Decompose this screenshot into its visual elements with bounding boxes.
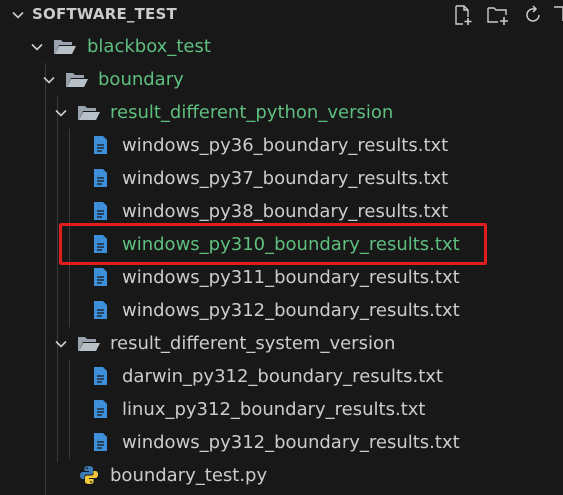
tree-folder-result-python[interactable]: result_different_python_version xyxy=(0,96,563,129)
tree-folder-result-system[interactable]: result_different_system_version xyxy=(0,327,563,360)
chevron-down-icon xyxy=(12,11,24,19)
tree-folder-boundary[interactable]: boundary xyxy=(0,63,563,96)
folder-label: blackbox_test xyxy=(87,36,211,57)
text-file-icon xyxy=(94,433,107,451)
folder-open-icon xyxy=(78,337,100,351)
text-file-icon xyxy=(94,400,107,418)
tree-file[interactable]: windows_py312_boundary_results.txt xyxy=(0,426,563,459)
explorer-section-header[interactable]: SOFTWARE_TEST xyxy=(0,0,563,30)
folder-open-icon xyxy=(78,106,100,120)
text-file-icon xyxy=(94,169,107,187)
tree-folder-blackbox-test[interactable]: blackbox_test xyxy=(0,30,563,63)
collapse-all-icon xyxy=(554,6,563,21)
new-file-button[interactable] xyxy=(450,2,476,28)
file-label: linux_py312_boundary_results.txt xyxy=(122,399,426,420)
refresh-button[interactable] xyxy=(520,2,546,28)
file-label: windows_py312_boundary_results.txt xyxy=(122,300,460,321)
highlight-annotation-box xyxy=(59,223,487,265)
file-label: windows_py311_boundary_results.txt xyxy=(122,267,460,288)
folder-label: boundary xyxy=(98,69,184,90)
tree-file[interactable]: windows_py311_boundary_results.txt xyxy=(0,261,563,294)
new-folder-icon xyxy=(487,7,508,25)
explorer-panel: SOFTWARE_TEST blackbox_test boundary res… xyxy=(0,0,563,495)
collapse-all-button[interactable] xyxy=(552,2,563,28)
new-file-icon xyxy=(455,5,472,25)
new-folder-button[interactable] xyxy=(485,2,511,28)
chevron-down-icon xyxy=(43,76,55,84)
text-file-icon xyxy=(94,268,107,286)
folder-label: result_different_python_version xyxy=(110,102,394,123)
chevron-down-icon xyxy=(55,109,67,117)
file-label: windows_py312_boundary_results.txt xyxy=(122,432,460,453)
folder-open-icon xyxy=(54,40,76,54)
file-label: windows_py37_boundary_results.txt xyxy=(122,168,449,189)
chevron-down-icon xyxy=(55,340,67,348)
folder-label: result_different_system_version xyxy=(110,333,396,354)
text-file-icon xyxy=(94,136,107,154)
chevron-down-icon xyxy=(31,43,43,51)
text-file-icon xyxy=(94,367,107,385)
file-label: windows_py36_boundary_results.txt xyxy=(122,135,449,156)
tree-file-python[interactable]: boundary_test.py xyxy=(0,459,563,492)
tree-file[interactable]: darwin_py312_boundary_results.txt xyxy=(0,360,563,393)
tree-file[interactable]: windows_py312_boundary_results.txt xyxy=(0,294,563,327)
file-label: darwin_py312_boundary_results.txt xyxy=(122,366,443,387)
tree-file[interactable]: linux_py312_boundary_results.txt xyxy=(0,393,563,426)
tree-file[interactable]: windows_py37_boundary_results.txt xyxy=(0,162,563,195)
file-label: boundary_test.py xyxy=(110,465,268,486)
tree-file[interactable]: windows_py36_boundary_results.txt xyxy=(0,129,563,162)
refresh-icon xyxy=(526,5,540,22)
section-title: SOFTWARE_TEST xyxy=(32,5,177,23)
folder-open-icon xyxy=(66,73,88,87)
python-file-icon xyxy=(80,466,98,484)
text-file-icon xyxy=(94,301,107,319)
text-file-icon xyxy=(94,202,107,220)
